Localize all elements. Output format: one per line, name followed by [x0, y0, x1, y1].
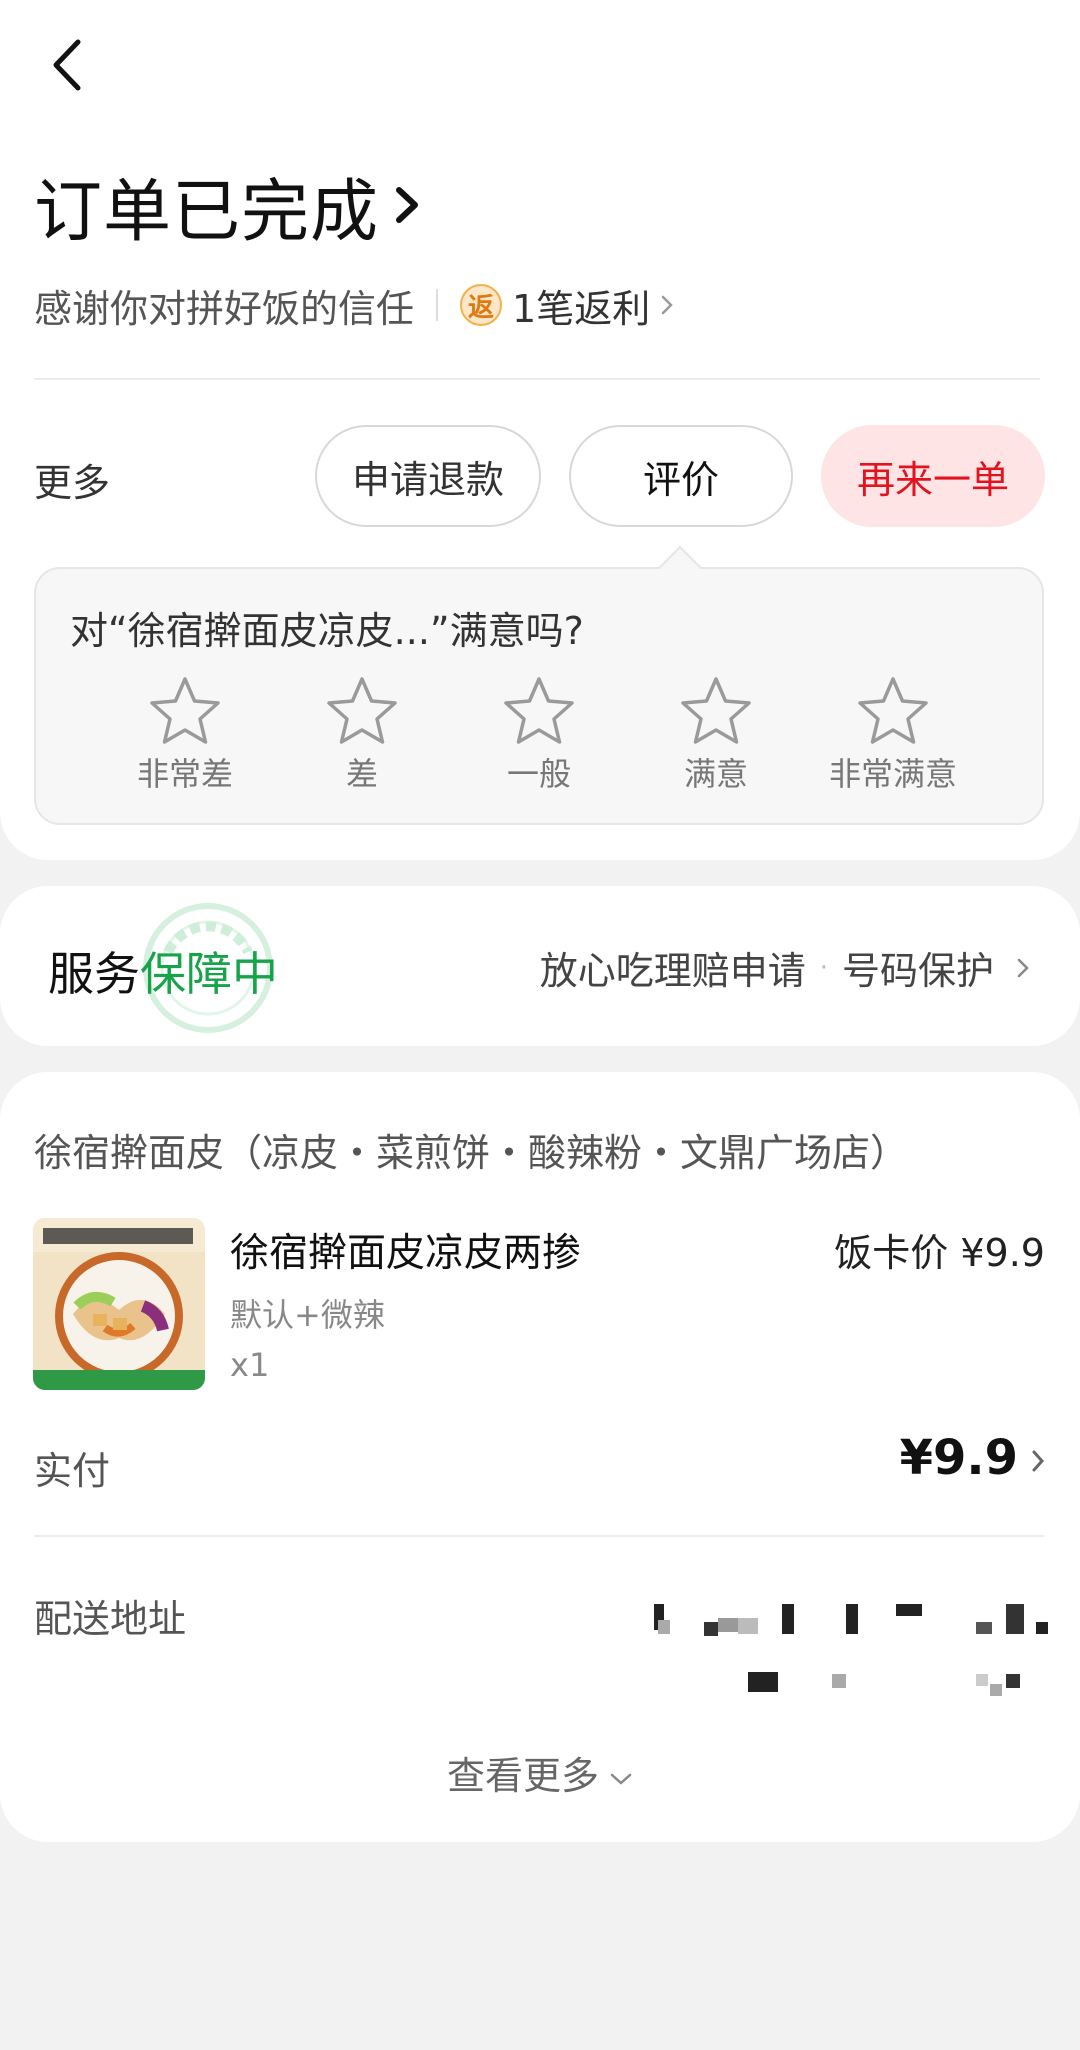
item-name: 徐宿擀面皮凉皮两掺: [230, 1231, 582, 1276]
see-more-button[interactable]: 查看更多: [0, 1745, 1080, 1800]
shop-name[interactable]: 徐宿擀面皮（凉皮・菜煎饼・酸辣粉・文鼎广场店）: [34, 1122, 908, 1177]
star-icon: [150, 677, 220, 744]
refund-button[interactable]: 申请退款: [315, 425, 541, 527]
rating-option-average[interactable]: 一般: [454, 675, 624, 795]
food-image: [33, 1218, 205, 1390]
rating-option-very-bad[interactable]: 非常差: [100, 675, 270, 795]
chevron-right-icon: [1017, 958, 1029, 977]
divider: [34, 378, 1040, 380]
service-links[interactable]: 放心吃理赔申请 · 号码保护: [540, 940, 1030, 995]
more-label[interactable]: 更多: [34, 452, 110, 507]
service-title-prefix: 服务: [48, 947, 140, 1001]
rating-option-label: 差: [345, 755, 378, 793]
number-privacy-link[interactable]: 号码保护: [842, 940, 994, 995]
service-title: 服务保障中: [48, 938, 278, 1004]
claim-link[interactable]: 放心吃理赔申请: [540, 940, 806, 995]
rating-option-label: 满意: [683, 755, 748, 793]
back-button[interactable]: [38, 30, 98, 100]
rebate-text: 1笔返利: [512, 286, 651, 331]
separator: [436, 289, 439, 321]
page-title: 订单已完成: [34, 172, 380, 252]
star-icon: [681, 677, 751, 744]
star-icon: [858, 677, 928, 744]
subtitle-row: 感谢你对拼好饭的信任 返 1笔返利: [34, 278, 674, 333]
masked-address: [654, 1604, 1048, 1696]
paid-label: 实付: [34, 1449, 111, 1493]
paid-amount[interactable]: ¥9.9: [900, 1430, 1018, 1486]
reorder-button[interactable]: 再来一单: [821, 425, 1045, 527]
rebate-link[interactable]: 返 1笔返利: [460, 278, 674, 333]
rating-question: 对“徐宿擀面皮凉皮...”满意吗?: [70, 609, 584, 653]
chevron-right-icon[interactable]: [1031, 1448, 1045, 1474]
star-icon: [327, 677, 397, 744]
food-photo: [33, 1218, 205, 1390]
chevron-right-icon: [661, 295, 673, 315]
dot-separator: ·: [819, 952, 828, 983]
thanks-text: 感谢你对拼好饭的信任: [34, 286, 415, 331]
rating-option-satisfied[interactable]: 满意: [631, 675, 801, 795]
review-button[interactable]: 评价: [569, 425, 793, 527]
item-price: 饭卡价 ¥9.9: [834, 1231, 1045, 1275]
address-label: 配送地址: [34, 1597, 187, 1641]
rating-option-bad[interactable]: 差: [277, 675, 447, 795]
chevron-right-icon: [396, 187, 419, 223]
star-icon: [504, 677, 574, 744]
order-status-title[interactable]: 订单已完成: [34, 160, 425, 252]
item-spec: 默认+微辣: [230, 1296, 385, 1334]
rating-option-label: 非常满意: [828, 755, 957, 793]
chevron-down-icon: [610, 1773, 632, 1785]
divider: [34, 1535, 1044, 1537]
rebate-icon: 返: [460, 284, 503, 326]
service-title-highlight: 保障中: [140, 947, 278, 1001]
see-more-label: 查看更多: [446, 1754, 599, 1798]
rating-option-label: 一般: [506, 755, 571, 793]
item-quantity: x1: [230, 1346, 270, 1384]
rating-option-very-satisfied[interactable]: 非常满意: [808, 675, 978, 795]
back-arrow-icon: [53, 39, 81, 91]
rating-option-label: 非常差: [136, 755, 233, 793]
